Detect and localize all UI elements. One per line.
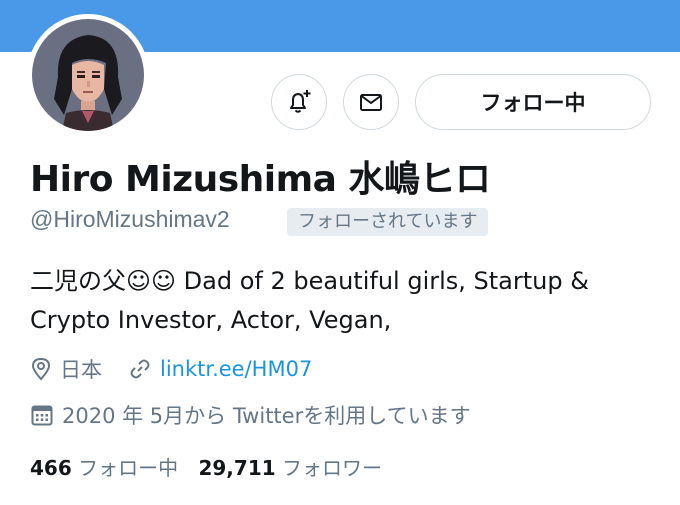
followers-stat[interactable]: 29,711 フォロワー: [198, 456, 382, 480]
followers-label: フォロワー: [282, 456, 383, 480]
map-pin-icon: [31, 357, 51, 381]
avatar[interactable]: [27, 14, 149, 136]
user-handle: @HiroMizushimav2: [30, 206, 230, 232]
avatar-pixel-art-image: [32, 19, 144, 131]
following-label: フォロー中: [78, 456, 179, 480]
followers-count: 29,711: [198, 456, 276, 480]
follow-stats: 466 フォロー中 29,711 フォロワー: [30, 452, 382, 481]
bio-line-2: Crypto Investor, Actor, Vegan,: [30, 306, 392, 334]
joined-row: 2020 年 5月から Twitterを利用しています: [30, 400, 471, 430]
display-name: Hiro Mizushima 水嶋ヒロ: [30, 159, 491, 200]
location-and-link-row: 日本 linktr.ee/HM07: [30, 354, 312, 384]
envelope-icon: [360, 94, 382, 111]
location-text: 日本: [60, 358, 102, 382]
calendar-icon: [31, 405, 53, 426]
notifications-button[interactable]: [271, 74, 327, 130]
bio-line-1: 二児の父☺☺ Dad of 2 beautiful girls, Startup…: [30, 267, 589, 295]
following-button[interactable]: フォロー中: [415, 74, 651, 130]
website-link[interactable]: linktr.ee/HM07: [160, 357, 312, 381]
joined-date-text: 2020 年 5月から Twitterを利用しています: [62, 404, 471, 428]
follows-you-badge: フォローされています: [287, 208, 489, 236]
message-button[interactable]: [343, 74, 399, 130]
following-stat[interactable]: 466 フォロー中: [30, 456, 178, 480]
link-icon: [130, 359, 150, 379]
following-count: 466: [30, 456, 72, 480]
bell-plus-icon: [290, 90, 311, 113]
bio: 二児の父☺☺ Dad of 2 beautiful girls, Startup…: [30, 262, 650, 340]
